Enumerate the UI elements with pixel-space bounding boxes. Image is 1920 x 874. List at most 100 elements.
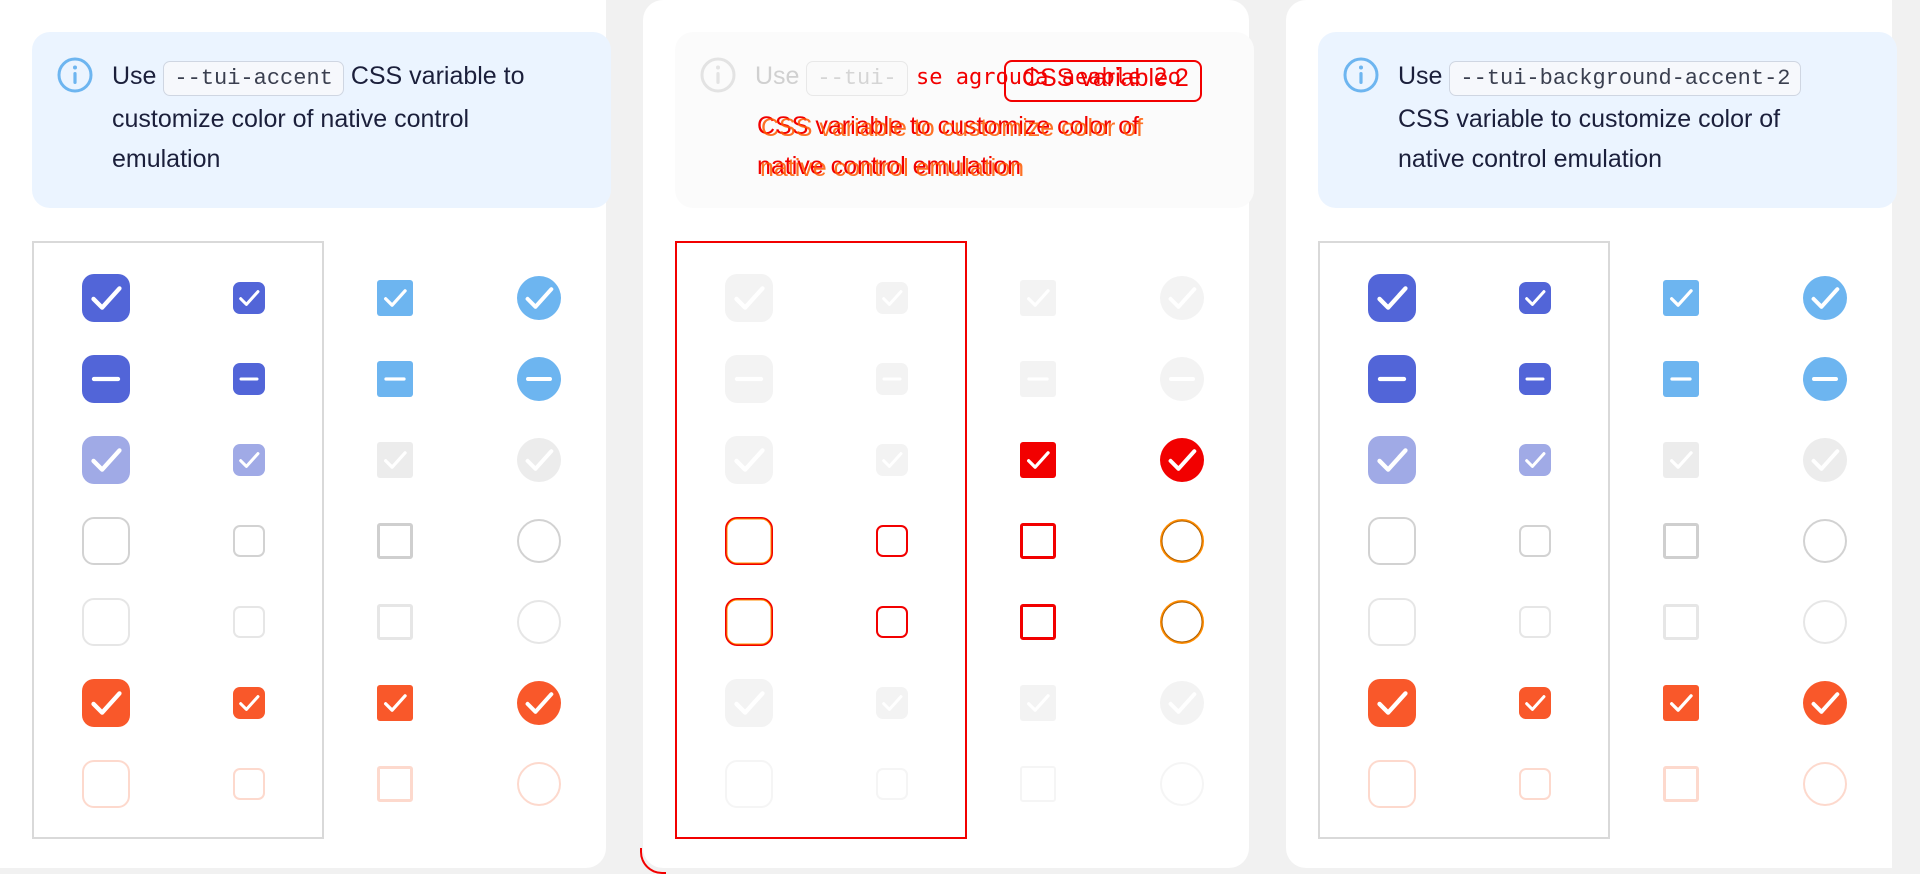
empty-box-icon: [517, 762, 561, 806]
checkbox-small-checked[interactable]: [1519, 282, 1551, 314]
checkbox-large-unchecked[interactable]: [725, 517, 773, 565]
check-icon: [377, 442, 413, 478]
checkbox-large-indeterminate[interactable]: [82, 355, 130, 403]
checkbox-small-checked-disabled: [233, 444, 265, 476]
native-checkbox-checked-error[interactable]: [377, 685, 413, 721]
native-checkbox-indeterminate[interactable]: [1663, 361, 1699, 397]
native-radio-unchecked[interactable]: [517, 519, 561, 563]
minus-icon: [1803, 357, 1847, 401]
notice-line2: customize color of native control: [112, 105, 470, 133]
native-radio-checked-disabled: [517, 438, 561, 482]
native-radio-unchecked-error[interactable]: [1803, 762, 1847, 806]
native-checkbox-checked[interactable]: [1020, 280, 1056, 316]
checkbox-large-unchecked-error[interactable]: [725, 760, 773, 808]
checkbox-small-unchecked-error[interactable]: [233, 768, 265, 800]
native-checkbox-indeterminate[interactable]: [377, 361, 413, 397]
checkbox-large-unchecked-disabled: [1368, 598, 1416, 646]
native-radio-unchecked-disabled: [1803, 600, 1847, 644]
checkbox-large-checked[interactable]: [82, 274, 130, 322]
check-icon: [1803, 276, 1847, 320]
check-icon: [1519, 444, 1551, 476]
notice-line1-rest: CSS variable to: [350, 62, 525, 90]
notice-accent: Use --tui-accent CSS variable to customi…: [32, 32, 611, 208]
notice-prefix: Use: [1398, 62, 1443, 90]
native-checkbox-checked-error[interactable]: [1020, 685, 1056, 721]
checkbox-large-checked-error[interactable]: [82, 679, 130, 727]
empty-box-icon: [1519, 606, 1551, 638]
check-icon: [725, 436, 773, 484]
native-checkbox-unchecked-error[interactable]: [1663, 766, 1699, 802]
checkbox-small-unchecked-error[interactable]: [876, 768, 908, 800]
check-icon: [876, 687, 908, 719]
native-checkbox-checked[interactable]: [377, 280, 413, 316]
empty-box-icon: [1160, 600, 1204, 644]
native-checkbox-unchecked-error[interactable]: [1020, 766, 1056, 802]
empty-box-icon: [1020, 604, 1056, 640]
native-radio-unchecked[interactable]: [1160, 519, 1204, 563]
notice-text: Use --tui-background-accent-2 CSS variab…: [1398, 56, 1867, 179]
native-checkbox-unchecked[interactable]: [1020, 523, 1056, 559]
checkbox-small-unchecked-error[interactable]: [1519, 768, 1551, 800]
minus-icon: [1020, 361, 1056, 397]
checkbox-large-indeterminate[interactable]: [1368, 355, 1416, 403]
native-radio-checked[interactable]: [517, 276, 561, 320]
checkbox-large-checked-error[interactable]: [1368, 679, 1416, 727]
native-radio-checked[interactable]: [1803, 276, 1847, 320]
minus-icon: [876, 363, 908, 395]
native-checkbox-checked[interactable]: [1663, 280, 1699, 316]
native-radio-unchecked-error[interactable]: [1160, 762, 1204, 806]
native-checkbox-unchecked[interactable]: [1663, 523, 1699, 559]
checkbox-large-checked[interactable]: [1368, 274, 1416, 322]
native-radio-checked-error[interactable]: [1803, 681, 1847, 725]
native-checkbox-checked-error[interactable]: [1663, 685, 1699, 721]
check-icon: [1160, 438, 1204, 482]
checkbox-large-unchecked-error[interactable]: [82, 760, 130, 808]
checkbox-large-unchecked-error[interactable]: [1368, 760, 1416, 808]
native-radio-checked-error[interactable]: [1160, 681, 1204, 725]
empty-box-icon: [1663, 766, 1699, 802]
empty-box-icon: [1519, 768, 1551, 800]
native-radio-checked[interactable]: [1160, 276, 1204, 320]
empty-box-icon: [725, 517, 773, 565]
checkbox-large-checked[interactable]: [725, 274, 773, 322]
native-checkbox-indeterminate[interactable]: [1020, 361, 1056, 397]
minus-icon: [233, 363, 265, 395]
native-checkbox-unchecked-error[interactable]: [377, 766, 413, 802]
checkbox-small-unchecked[interactable]: [233, 525, 265, 557]
empty-box-icon: [876, 606, 908, 638]
checkbox-small-unchecked[interactable]: [1519, 525, 1551, 557]
minus-icon: [377, 361, 413, 397]
native-checkbox-unchecked[interactable]: [377, 523, 413, 559]
native-radio-unchecked[interactable]: [1803, 519, 1847, 563]
checkbox-large-unchecked[interactable]: [1368, 517, 1416, 565]
native-radio-indeterminate[interactable]: [1803, 357, 1847, 401]
checkbox-large-indeterminate[interactable]: [725, 355, 773, 403]
native-radio-indeterminate[interactable]: [1160, 357, 1204, 401]
native-radio-checked-error[interactable]: [517, 681, 561, 725]
checkbox-group-frame: [32, 241, 324, 839]
checkbox-small-checked[interactable]: [876, 282, 908, 314]
check-icon: [82, 436, 130, 484]
native-radio-unchecked-error[interactable]: [517, 762, 561, 806]
notice-prefix: Use: [112, 62, 157, 90]
check-icon: [1160, 276, 1204, 320]
checkbox-small-checked-error[interactable]: [876, 687, 908, 719]
check-icon: [1803, 438, 1847, 482]
checkbox-large-checked-error[interactable]: [725, 679, 773, 727]
checkbox-small-checked[interactable]: [233, 282, 265, 314]
empty-box-icon: [517, 600, 561, 644]
checkbox-small-unchecked[interactable]: [876, 525, 908, 557]
checkbox-large-unchecked[interactable]: [82, 517, 130, 565]
checkbox-small-checked-error[interactable]: [233, 687, 265, 719]
checkbox-large-unchecked-disabled: [725, 598, 773, 646]
checkbox-small-indeterminate[interactable]: [1519, 363, 1551, 395]
checkbox-small-indeterminate[interactable]: [876, 363, 908, 395]
check-icon: [1160, 681, 1204, 725]
empty-box-icon: [876, 525, 908, 557]
native-radio-indeterminate[interactable]: [517, 357, 561, 401]
empty-box-icon: [82, 517, 130, 565]
native-checkbox-unchecked-disabled: [1020, 604, 1056, 640]
checkbox-small-unchecked-disabled: [233, 606, 265, 638]
checkbox-small-checked-error[interactable]: [1519, 687, 1551, 719]
checkbox-small-indeterminate[interactable]: [233, 363, 265, 395]
